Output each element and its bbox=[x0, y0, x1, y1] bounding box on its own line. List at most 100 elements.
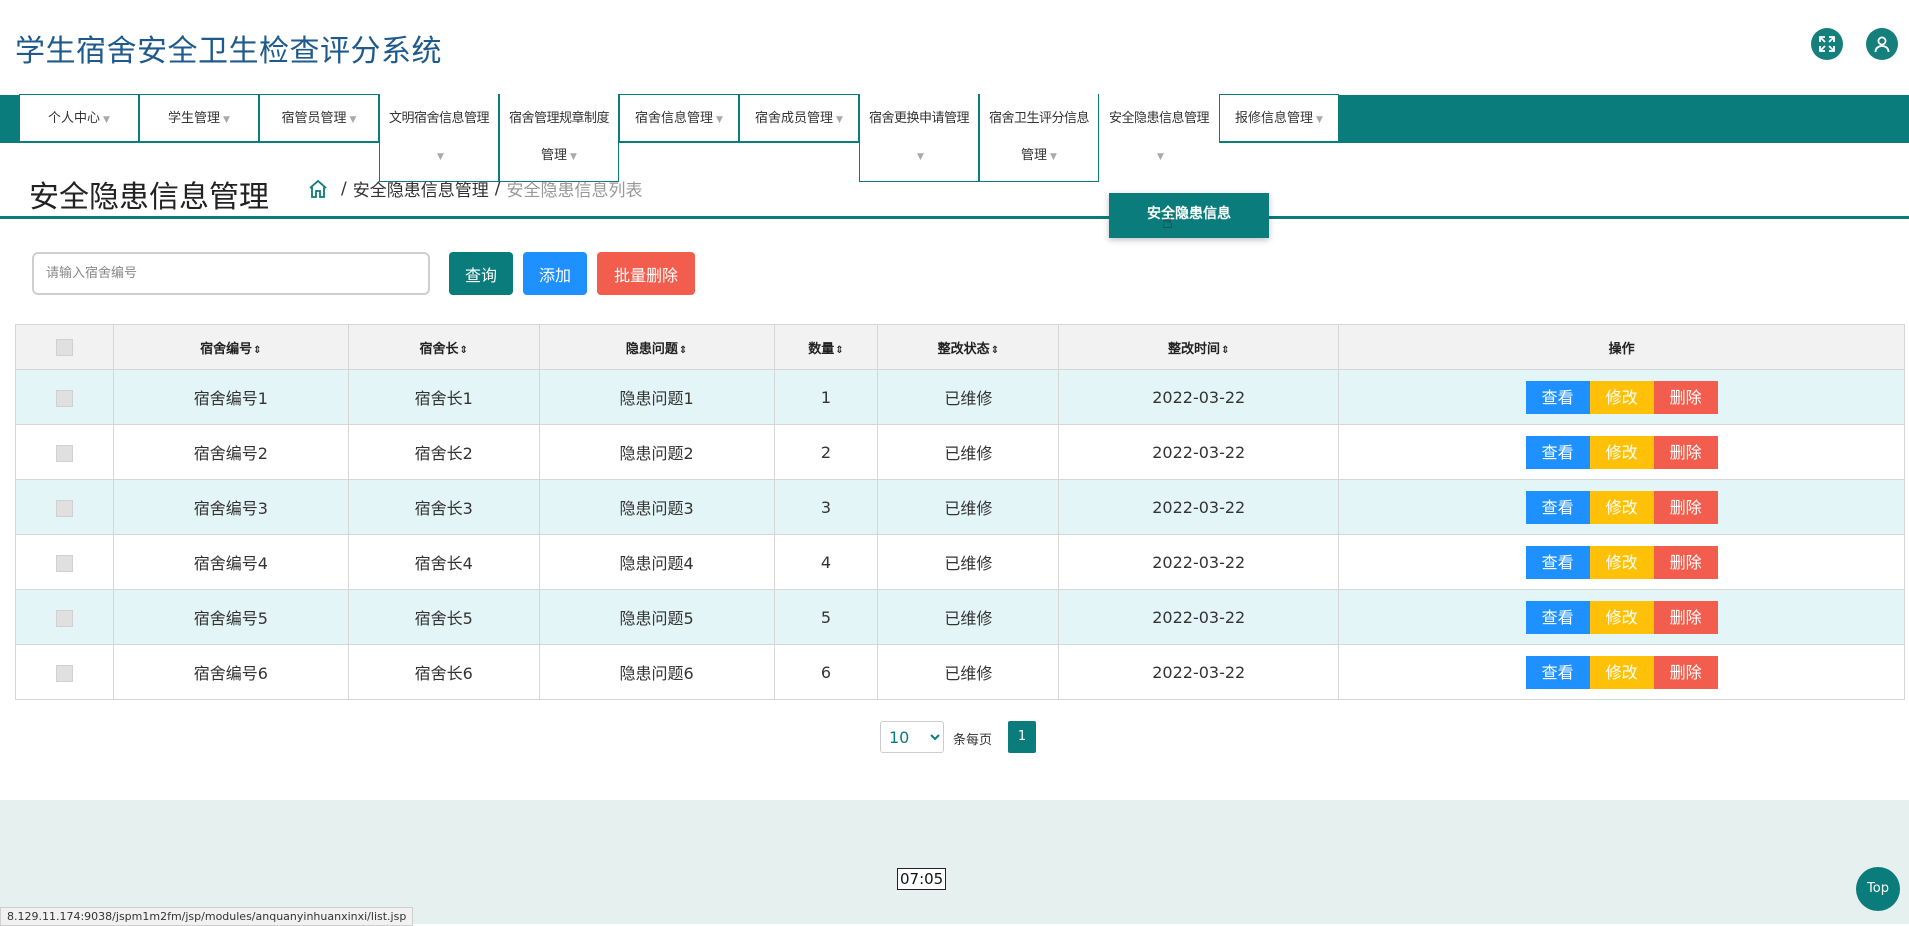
delete-button[interactable]: 删除 bbox=[1653, 545, 1718, 579]
title-divider bbox=[0, 216, 1909, 219]
query-button[interactable]: 查询 bbox=[449, 252, 513, 295]
cell-status: 已维修 bbox=[877, 424, 1060, 480]
caret-down-icon: ▼ bbox=[223, 115, 230, 125]
nav-item-label: 报修信息管理 bbox=[1235, 111, 1314, 126]
view-button[interactable]: 查看 bbox=[1525, 600, 1590, 634]
nav-item-label: 宿舍管理规章制度 bbox=[508, 111, 610, 126]
nav-item-label: 宿管员管理 bbox=[281, 111, 347, 126]
col-header-time[interactable]: 整改时间⇕ bbox=[1058, 324, 1340, 370]
select-all-checkbox-cell bbox=[15, 324, 114, 370]
nav-item-label: 学生管理 bbox=[168, 111, 221, 126]
cell-hazard: 隐患问题3 bbox=[538, 479, 775, 535]
nav-item-dorm-rules[interactable]: 宿舍管理规章制度 管理 ▼ bbox=[499, 94, 619, 182]
view-button[interactable]: 查看 bbox=[1525, 490, 1590, 524]
caret-down-icon: ▼ bbox=[917, 152, 924, 162]
nav-item-civilized-dorm[interactable]: 文明宿舍信息管理 ▼ bbox=[379, 94, 499, 182]
delete-button[interactable]: 删除 bbox=[1653, 435, 1718, 469]
col-header-hazard[interactable]: 隐患问题⇕ bbox=[538, 324, 775, 370]
breadcrumb-current[interactable]: 安全隐患信息管理 bbox=[353, 176, 489, 201]
breadcrumb-separator: / bbox=[494, 178, 501, 199]
cell-status: 已维修 bbox=[877, 479, 1060, 535]
page-title: 安全隐患信息管理 bbox=[29, 180, 269, 215]
add-button[interactable]: 添加 bbox=[523, 252, 587, 295]
header: 学生宿舍安全卫生检查评分系统 bbox=[0, 0, 1909, 95]
cell-dorm-no: 宿舍编号2 bbox=[112, 424, 349, 480]
cell-quantity: 2 bbox=[773, 424, 879, 480]
cell-quantity: 3 bbox=[773, 479, 879, 535]
row-checkbox[interactable] bbox=[55, 444, 73, 462]
status-bar-url: 8.129.11.174:9038/jspm1m2fm/jsp/modules/… bbox=[0, 907, 414, 926]
nav-item-safety-hazard[interactable]: 安全隐患信息管理 ▼ bbox=[1099, 94, 1219, 182]
table-row: 宿舍编号4 宿舍长4 隐患问题4 4 已维修 2022-03-22 查看 修改 删除 bbox=[15, 534, 1905, 590]
page-number-button[interactable]: 1 bbox=[1008, 721, 1036, 753]
sort-icon[interactable]: ⇕ bbox=[460, 345, 468, 356]
row-checkbox[interactable] bbox=[55, 389, 73, 407]
edit-button[interactable]: 修改 bbox=[1589, 490, 1654, 524]
cell-hazard: 隐患问题6 bbox=[538, 644, 775, 700]
nav-item-dorm-keeper-management[interactable]: 宿管员管理 ▼ bbox=[259, 94, 379, 142]
batch-delete-button[interactable]: 批量删除 bbox=[597, 252, 695, 295]
caret-down-icon: ▼ bbox=[1050, 152, 1057, 162]
dropdown-item-safety-hazard-info[interactable]: 安全隐患信息 bbox=[1109, 193, 1269, 238]
view-button[interactable]: 查看 bbox=[1525, 655, 1590, 689]
edit-button[interactable]: 修改 bbox=[1589, 435, 1654, 469]
row-checkbox[interactable] bbox=[55, 499, 73, 517]
cell-hazard: 隐患问题5 bbox=[538, 589, 775, 645]
view-button[interactable]: 查看 bbox=[1525, 435, 1590, 469]
cell-quantity: 4 bbox=[773, 534, 879, 590]
cell-dorm-no: 宿舍编号6 bbox=[112, 644, 349, 700]
sort-icon[interactable]: ⇕ bbox=[1221, 345, 1229, 356]
per-page-label: 条每页 bbox=[953, 733, 993, 748]
data-table: 宿舍编号⇕ 宿舍长⇕ 隐患问题⇕ 数量⇕ 整改状态⇕ 整改时间⇕ 操作 宿舍编号… bbox=[15, 324, 1905, 700]
select-all-checkbox[interactable] bbox=[55, 338, 73, 356]
delete-button[interactable]: 删除 bbox=[1653, 655, 1718, 689]
cell-dorm-head: 宿舍长4 bbox=[347, 534, 540, 590]
row-checkbox[interactable] bbox=[55, 664, 73, 682]
footer bbox=[0, 800, 1909, 924]
expand-icon[interactable] bbox=[1811, 28, 1843, 60]
nav-item-hygiene-score[interactable]: 宿舍卫生评分信息 管理 ▼ bbox=[979, 94, 1099, 182]
row-checkbox[interactable] bbox=[55, 609, 73, 627]
nav-item-dorm-members[interactable]: 宿舍成员管理 ▼ bbox=[739, 94, 859, 142]
col-header-status[interactable]: 整改状态⇕ bbox=[877, 324, 1060, 370]
page-size-select[interactable]: 10 bbox=[880, 721, 944, 753]
caret-down-icon: ▼ bbox=[836, 115, 843, 125]
sort-icon[interactable]: ⇕ bbox=[253, 345, 261, 356]
caret-down-icon: ▼ bbox=[103, 115, 110, 125]
edit-button[interactable]: 修改 bbox=[1589, 380, 1654, 414]
col-header-dorm-head[interactable]: 宿舍长⇕ bbox=[347, 324, 540, 370]
col-header-quantity[interactable]: 数量⇕ bbox=[773, 324, 879, 370]
col-header-dorm-no[interactable]: 宿舍编号⇕ bbox=[112, 324, 349, 370]
edit-button[interactable]: 修改 bbox=[1589, 600, 1654, 634]
hand-cursor-icon: ☝ bbox=[1162, 212, 1173, 233]
view-button[interactable]: 查看 bbox=[1525, 545, 1590, 579]
edit-button[interactable]: 修改 bbox=[1589, 545, 1654, 579]
cell-status: 已维修 bbox=[877, 589, 1060, 645]
back-to-top-button[interactable]: Top bbox=[1856, 867, 1900, 911]
edit-button[interactable]: 修改 bbox=[1589, 655, 1654, 689]
nav-item-dorm-change[interactable]: 宿舍更换申请管理 ▼ bbox=[859, 94, 979, 182]
sort-icon[interactable]: ⇕ bbox=[679, 345, 687, 356]
cell-dorm-head: 宿舍长2 bbox=[347, 424, 540, 480]
user-icon[interactable] bbox=[1866, 28, 1898, 60]
nav-item-label-line2: 管理 bbox=[541, 148, 568, 163]
view-button[interactable]: 查看 bbox=[1525, 380, 1590, 414]
delete-button[interactable]: 删除 bbox=[1653, 600, 1718, 634]
col-header-actions: 操作 bbox=[1338, 324, 1905, 370]
sort-icon[interactable]: ⇕ bbox=[991, 345, 999, 356]
delete-button[interactable]: 删除 bbox=[1653, 380, 1718, 414]
sort-icon[interactable]: ⇕ bbox=[835, 345, 843, 356]
nav-item-repair-info[interactable]: 报修信息管理 ▼ bbox=[1219, 94, 1339, 142]
nav-item-label-line2: 管理 bbox=[1021, 148, 1048, 163]
cell-status: 已维修 bbox=[877, 644, 1060, 700]
nav-item-personal-center[interactable]: 个人中心 ▼ bbox=[19, 94, 139, 142]
nav-item-student-management[interactable]: 学生管理 ▼ bbox=[139, 94, 259, 142]
nav-item-dorm-info[interactable]: 宿舍信息管理 ▼ bbox=[619, 94, 739, 142]
row-checkbox[interactable] bbox=[55, 554, 73, 572]
home-icon[interactable] bbox=[307, 178, 329, 200]
cell-dorm-head: 宿舍长1 bbox=[347, 369, 540, 425]
search-input[interactable] bbox=[32, 252, 430, 295]
cell-time: 2022-03-22 bbox=[1058, 534, 1340, 590]
delete-button[interactable]: 删除 bbox=[1653, 490, 1718, 524]
caret-down-icon: ▼ bbox=[437, 152, 444, 162]
